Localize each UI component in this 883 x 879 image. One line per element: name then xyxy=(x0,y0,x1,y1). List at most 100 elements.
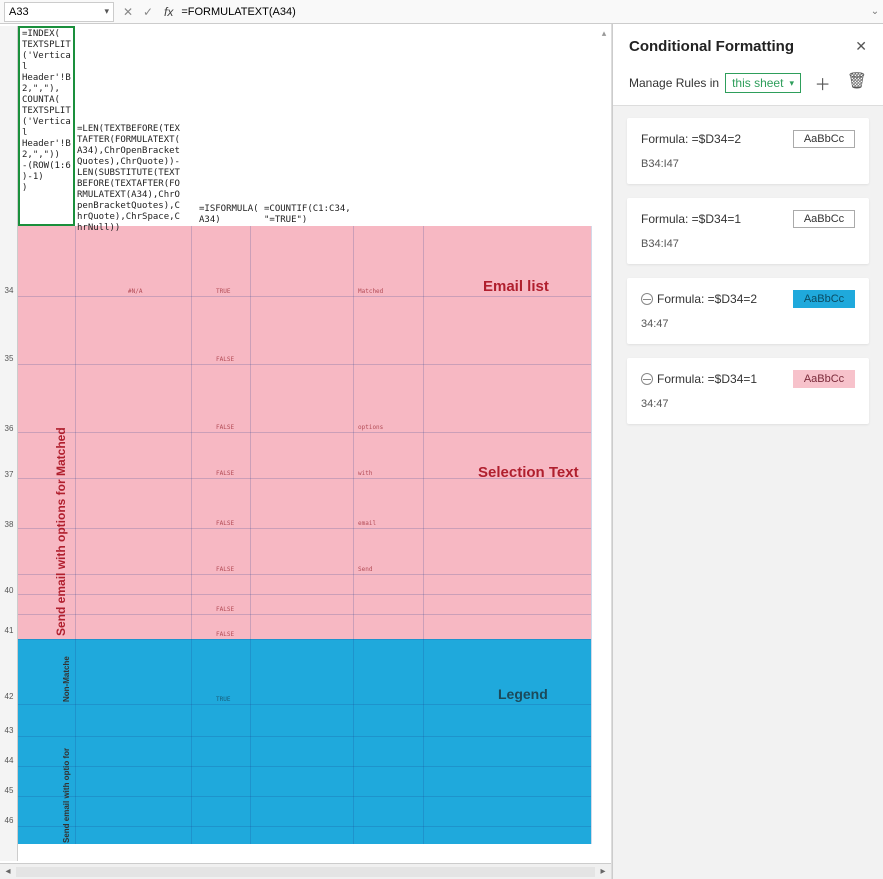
grid-line xyxy=(75,226,76,844)
rule-formula: Formula: =$D34=2 xyxy=(641,292,757,306)
conditional-formatting-pane: Conditional Formatting ✕ Manage Rules in… xyxy=(612,24,883,879)
cell-value: FALSE xyxy=(216,470,234,477)
formula-input[interactable] xyxy=(179,5,867,19)
rules-list: Formula: =$D34=2 AaBbCc B34:I47 Formula:… xyxy=(613,106,883,436)
vertical-label-send: Send email with optio for xyxy=(62,708,71,843)
rule-formula: Formula: =$D34=1 xyxy=(641,212,741,226)
chevron-down-icon: ▾ xyxy=(789,78,794,89)
expand-formula-bar-icon[interactable]: ⌄ xyxy=(867,6,883,17)
stop-if-true-icon xyxy=(641,373,653,385)
cell-d33[interactable]: =COUNTIF(C1:C34, "=TRUE") xyxy=(264,204,374,226)
grid-line xyxy=(18,432,591,433)
accept-formula-icon[interactable]: ✓ xyxy=(138,2,158,22)
stop-if-true-icon xyxy=(641,293,653,305)
row-label[interactable]: 43 xyxy=(0,726,18,735)
rule-formula-text: Formula: =$D34=1 xyxy=(657,372,757,386)
rule-card[interactable]: Formula: =$D34=1 AaBbCc 34:47 xyxy=(627,358,869,424)
grid-line xyxy=(18,826,591,827)
row-label[interactable]: 38 xyxy=(0,520,18,529)
grid-line xyxy=(18,574,591,575)
grid-line xyxy=(423,226,424,844)
formula-bar: A33 ▾ ✕ ✓ fx ⌄ xyxy=(0,0,883,24)
grid-line xyxy=(18,296,591,297)
row-label[interactable]: 44 xyxy=(0,756,18,765)
cell-b33[interactable]: =LEN(TEXTBEFORE(TEX TAFTER(FORMULATEXT( … xyxy=(77,124,197,234)
blue-region xyxy=(18,639,591,844)
horizontal-scrollbar[interactable]: ◂ ▸ xyxy=(0,863,611,879)
cell-value: email xyxy=(358,520,376,527)
spreadsheet[interactable]: ▴ 34 35 36 37 38 40 41 42 43 44 45 46 xyxy=(0,24,612,879)
row-label[interactable]: 45 xyxy=(0,786,18,795)
rule-range: 34:47 xyxy=(641,398,855,410)
row-label[interactable]: 36 xyxy=(0,424,18,433)
cell-value: options xyxy=(358,424,383,431)
cell-value: #N/A xyxy=(128,288,142,295)
cell-value: FALSE xyxy=(216,606,234,613)
cell-value: FALSE xyxy=(216,424,234,431)
row-label[interactable]: 41 xyxy=(0,626,18,635)
selected-cell-a33[interactable]: =INDEX( TEXTSPLIT ('Vertica l Header'!B … xyxy=(18,26,75,226)
rule-formula: Formula: =$D34=2 xyxy=(641,132,741,146)
grid-line xyxy=(18,704,591,705)
pane-title: Conditional Formatting xyxy=(629,38,794,55)
cell-value: with xyxy=(358,470,372,477)
scope-value: this sheet xyxy=(732,76,783,90)
rule-card[interactable]: Formula: =$D34=2 AaBbCc 34:47 xyxy=(627,278,869,344)
rule-range: 34:47 xyxy=(641,318,855,330)
grid-line xyxy=(250,226,251,844)
row-label[interactable]: 40 xyxy=(0,586,18,595)
cell-grid[interactable]: =INDEX( TEXTSPLIT ('Vertica l Header'!B … xyxy=(18,26,601,861)
scope-dropdown[interactable]: this sheet ▾ xyxy=(725,73,801,93)
rule-sample: AaBbCc xyxy=(793,370,855,388)
rule-card[interactable]: Formula: =$D34=2 AaBbCc B34:I47 xyxy=(627,118,869,184)
grid-line xyxy=(191,226,192,844)
chevron-down-icon: ▾ xyxy=(104,6,109,17)
cancel-formula-icon[interactable]: ✕ xyxy=(118,2,138,22)
grid-line xyxy=(18,796,591,797)
cell-value: FALSE xyxy=(216,631,234,638)
close-icon[interactable]: ✕ xyxy=(855,38,867,55)
label-selection-text: Selection Text xyxy=(478,464,579,481)
manage-rules-label: Manage Rules in xyxy=(629,76,719,90)
cell-value: TRUE xyxy=(216,696,230,703)
rule-sample: AaBbCc xyxy=(793,290,855,308)
grid-line xyxy=(18,364,591,365)
grid-line xyxy=(18,766,591,767)
row-label[interactable]: 46 xyxy=(0,816,18,825)
row-label[interactable]: 42 xyxy=(0,692,18,701)
cell-value: FALSE xyxy=(216,356,234,363)
cell-value: Matched xyxy=(358,288,383,295)
rule-formula-text: Formula: =$D34=2 xyxy=(657,292,757,306)
cell-value: FALSE xyxy=(216,520,234,527)
delete-rule-icon[interactable]: 🗑 xyxy=(847,71,867,95)
rule-range: B34:I47 xyxy=(641,238,855,250)
grid-line xyxy=(18,528,591,529)
scroll-left-icon[interactable]: ◂ xyxy=(0,866,16,877)
fx-icon[interactable]: fx xyxy=(164,5,173,19)
vertical-label-nonmatched: Non-Matche xyxy=(62,642,71,702)
rule-sample: AaBbCc xyxy=(793,210,855,228)
name-box[interactable]: A33 ▾ xyxy=(4,2,114,22)
label-email-list: Email list xyxy=(483,278,549,295)
label-legend: Legend xyxy=(498,686,548,702)
cell-c33[interactable]: =ISFORMULA( A34) xyxy=(199,204,269,226)
row-label[interactable]: 34 xyxy=(0,286,18,295)
cell-value: Send xyxy=(358,566,372,573)
row-header-gutter: 34 35 36 37 38 40 41 42 43 44 45 46 xyxy=(0,26,18,861)
rule-formula: Formula: =$D34=1 xyxy=(641,372,757,386)
cell-value: FALSE xyxy=(216,566,234,573)
grid-line xyxy=(18,594,591,595)
scroll-track[interactable] xyxy=(16,867,595,877)
rule-sample: AaBbCc xyxy=(793,130,855,148)
row-label[interactable]: 35 xyxy=(0,354,18,363)
rule-range: B34:I47 xyxy=(641,158,855,170)
add-rule-icon[interactable]: ＋ xyxy=(815,71,831,95)
rule-card[interactable]: Formula: =$D34=1 AaBbCc B34:I47 xyxy=(627,198,869,264)
scroll-right-icon[interactable]: ▸ xyxy=(595,866,611,877)
grid-line xyxy=(18,614,591,615)
row-label[interactable]: 37 xyxy=(0,470,18,479)
name-box-value: A33 xyxy=(9,6,29,18)
grid-line xyxy=(18,736,591,737)
grid-line xyxy=(18,639,591,640)
cell-value: TRUE xyxy=(216,288,230,295)
